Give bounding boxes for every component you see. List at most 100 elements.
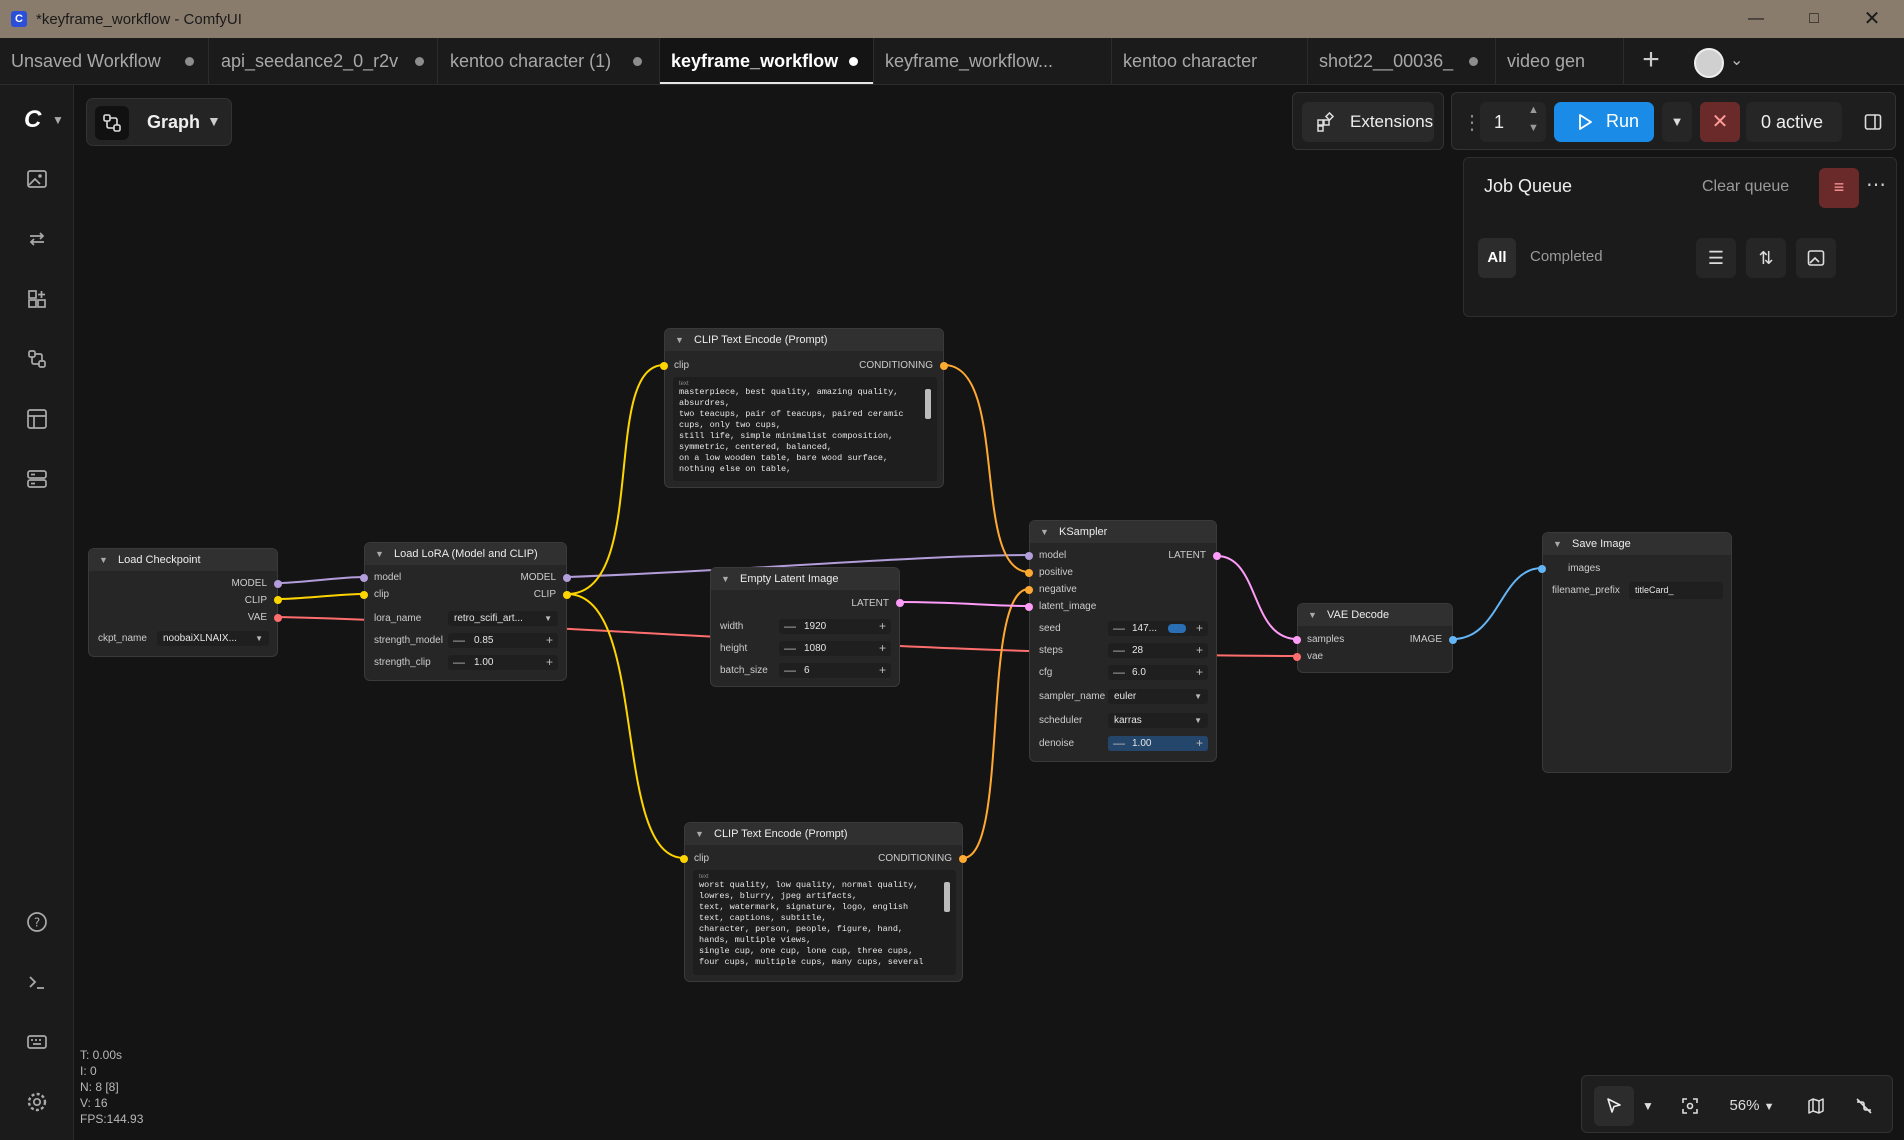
collapse-chevron-icon[interactable]: ▼ <box>99 549 108 571</box>
minus-icon[interactable]: — <box>784 641 796 656</box>
steps-stepper[interactable]: — 28 + <box>1108 643 1208 658</box>
seed-label: seed <box>1039 623 1061 634</box>
prompt-textarea[interactable]: text masterpiece, best quality, amazing … <box>673 377 937 481</box>
seed-randomize-badge[interactable] <box>1168 624 1186 633</box>
node-clip-text-encode-negative[interactable]: ▼ CLIP Text Encode (Prompt) clip CONDITIO… <box>680 822 967 982</box>
input-slot-negative[interactable] <box>1025 586 1033 594</box>
collapse-chevron-icon[interactable]: ▼ <box>1553 533 1562 555</box>
minus-icon[interactable]: — <box>453 655 465 670</box>
ckpt-name-label: ckpt_name <box>98 633 147 644</box>
output-slot-conditioning[interactable] <box>959 855 967 863</box>
strength-model-stepper[interactable]: — 0.85 + <box>448 633 558 648</box>
input-slot-images[interactable] <box>1538 565 1546 573</box>
toggle-links-icon[interactable] <box>1844 1086 1884 1126</box>
node-load-lora[interactable]: ▼ Load LoRA (Model and CLIP) model clip M… <box>360 542 571 681</box>
output-image-label: IMAGE <box>1409 634 1442 645</box>
minus-icon[interactable]: — <box>784 663 796 678</box>
denoise-slider[interactable]: — 1.00 + <box>1108 736 1208 751</box>
input-slot-clip[interactable] <box>660 362 668 370</box>
output-slot-clip[interactable] <box>274 596 282 604</box>
output-slot-model[interactable] <box>274 580 282 588</box>
node-save-image[interactable]: ▼ Save Image images filename_prefix title… <box>1538 532 1732 773</box>
input-slot-clip[interactable] <box>360 591 368 599</box>
minus-icon[interactable]: — <box>1113 643 1125 658</box>
node-title[interactable]: ▼ VAE Decode <box>1298 604 1452 626</box>
collapse-chevron-icon[interactable]: ▼ <box>375 543 384 565</box>
prompt-textarea[interactable]: text worst quality, low quality, normal … <box>693 870 956 975</box>
output-latent-label: LATENT <box>1168 550 1206 561</box>
select-pointer-icon[interactable] <box>1594 1086 1634 1126</box>
zoom-level-dropdown[interactable]: 56% ▼ <box>1716 1086 1788 1126</box>
minus-icon[interactable]: — <box>453 633 465 648</box>
node-title-label: KSampler <box>1059 526 1108 538</box>
node-ksampler[interactable]: ▼ KSampler model positive negative latent… <box>1025 520 1221 762</box>
input-clip-label: clip <box>674 360 690 371</box>
output-slot-latent[interactable] <box>1213 552 1221 560</box>
input-slot-latent-image[interactable] <box>1025 603 1033 611</box>
ckpt-name-select[interactable]: noobaiXLNAIX... ▼ <box>157 631 269 646</box>
input-slot-positive[interactable] <box>1025 569 1033 577</box>
output-model-label: MODEL <box>231 578 267 589</box>
node-title[interactable]: ▼ Load Checkpoint <box>89 549 277 571</box>
minus-icon[interactable]: — <box>1113 621 1125 636</box>
node-load-checkpoint[interactable]: ▼ Load Checkpoint MODEL CLIP VAE ckpt_nam… <box>88 548 282 657</box>
sampler-name-select[interactable]: euler ▼ <box>1108 689 1208 704</box>
input-slot-samples[interactable] <box>1293 636 1301 644</box>
minus-icon[interactable]: — <box>1113 665 1125 680</box>
node-vae-decode[interactable]: ▼ VAE Decode samples vae IMAGE <box>1293 603 1457 673</box>
plus-icon[interactable]: + <box>879 663 886 678</box>
chevron-down-icon: ▼ <box>255 634 263 643</box>
node-title[interactable]: ▼ KSampler <box>1030 521 1216 543</box>
filename-prefix-input[interactable]: titleCard_ <box>1629 582 1723 599</box>
collapse-chevron-icon[interactable]: ▼ <box>695 823 704 845</box>
output-slot-vae[interactable] <box>274 614 282 622</box>
plus-icon[interactable]: + <box>879 641 886 656</box>
output-slot-conditioning[interactable] <box>940 362 948 370</box>
input-slot-model[interactable] <box>1025 552 1033 560</box>
output-clip-label: CLIP <box>244 595 267 606</box>
scrollbar[interactable] <box>944 874 950 971</box>
fit-view-icon[interactable] <box>1670 1086 1710 1126</box>
cfg-stepper[interactable]: — 6.0 + <box>1108 665 1208 680</box>
output-vae-label: VAE <box>247 612 267 623</box>
plus-icon[interactable]: + <box>1196 665 1203 680</box>
output-slot-image[interactable] <box>1449 636 1457 644</box>
node-clip-text-encode-positive[interactable]: ▼ CLIP Text Encode (Prompt) clip CONDITIO… <box>660 328 948 488</box>
node-title[interactable]: ▼ Load LoRA (Model and CLIP) <box>365 543 566 565</box>
width-stepper[interactable]: — 1920 + <box>779 619 891 634</box>
input-slot-clip[interactable] <box>680 855 688 863</box>
strength-clip-stepper[interactable]: — 1.00 + <box>448 655 558 670</box>
scheduler-select[interactable]: karras ▼ <box>1108 713 1208 728</box>
seed-stepper[interactable]: — 147... + <box>1108 621 1208 636</box>
minimap-icon[interactable] <box>1796 1086 1836 1126</box>
node-title[interactable]: ▼ CLIP Text Encode (Prompt) <box>665 329 943 351</box>
plus-icon[interactable]: + <box>546 633 553 648</box>
scrollbar[interactable] <box>925 381 931 477</box>
collapse-chevron-icon[interactable]: ▼ <box>1308 604 1317 626</box>
lora-name-select[interactable]: retro_scifi_art... ▼ <box>448 611 558 626</box>
input-slot-vae[interactable] <box>1293 653 1301 661</box>
node-empty-latent-image[interactable]: ▼ Empty Latent Image LATENT width —1920 + … <box>710 567 904 687</box>
batch-size-stepper[interactable]: — 6 + <box>779 663 891 678</box>
node-title-label: VAE Decode <box>1327 609 1390 621</box>
plus-icon[interactable]: + <box>1196 643 1203 658</box>
minus-icon[interactable]: — <box>1113 736 1125 751</box>
plus-icon[interactable]: + <box>546 655 553 670</box>
node-title[interactable]: ▼ Save Image <box>1543 533 1731 555</box>
output-slot-model[interactable] <box>563 574 571 582</box>
minus-icon[interactable]: — <box>784 619 796 634</box>
plus-icon[interactable]: + <box>879 619 886 634</box>
output-slot-latent[interactable] <box>896 599 904 607</box>
plus-icon[interactable]: + <box>1196 736 1203 751</box>
collapse-chevron-icon[interactable]: ▼ <box>1040 521 1049 543</box>
plus-icon[interactable]: + <box>1196 621 1203 636</box>
chevron-down-icon[interactable]: ▼ <box>1636 1086 1660 1126</box>
collapse-chevron-icon[interactable]: ▼ <box>675 329 684 351</box>
collapse-chevron-icon[interactable]: ▼ <box>721 568 730 590</box>
output-latent-label: LATENT <box>851 598 889 609</box>
node-title[interactable]: ▼ CLIP Text Encode (Prompt) <box>685 823 962 845</box>
input-slot-model[interactable] <box>360 574 368 582</box>
height-stepper[interactable]: — 1080 + <box>779 641 891 656</box>
output-slot-clip[interactable] <box>563 591 571 599</box>
node-title[interactable]: ▼ Empty Latent Image <box>711 568 899 590</box>
